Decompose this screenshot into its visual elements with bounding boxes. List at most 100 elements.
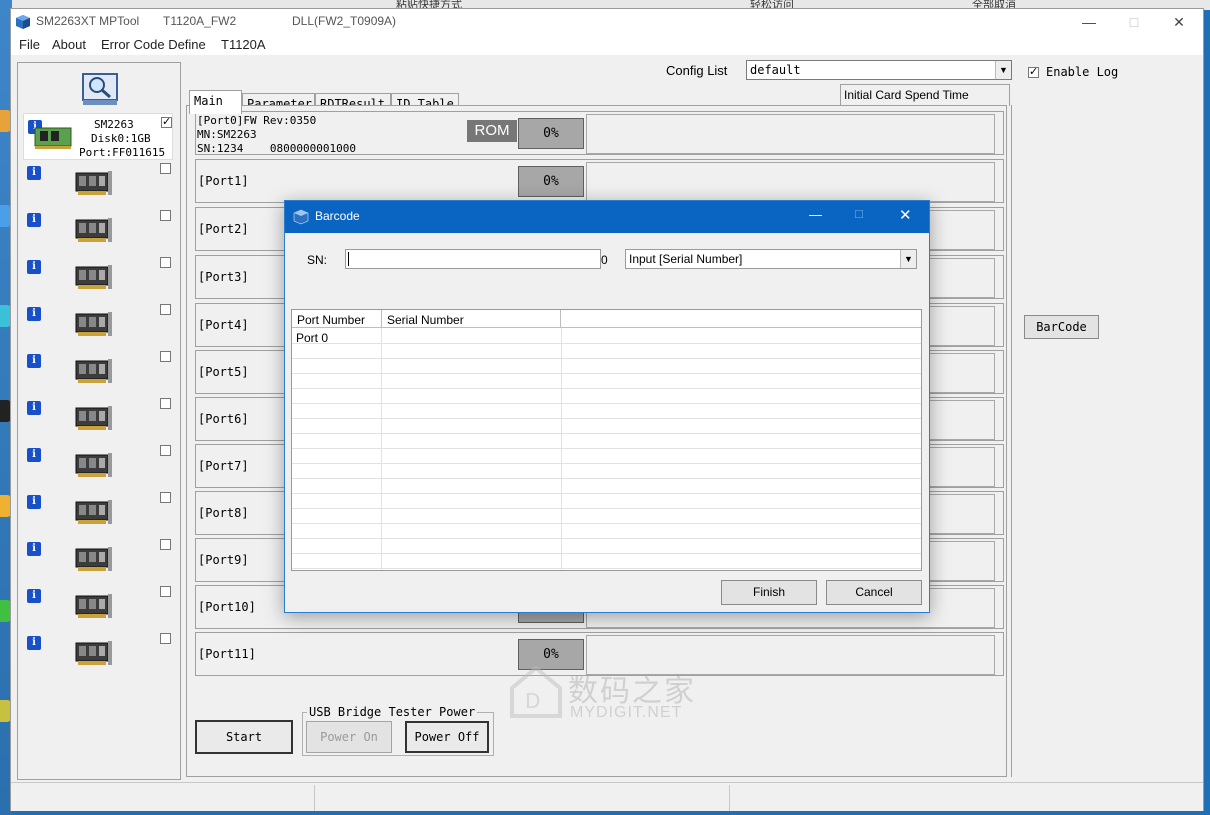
maximize-button[interactable]: □ — [1112, 11, 1156, 33]
table-row[interactable] — [292, 524, 921, 539]
info-icon[interactable]: i — [27, 495, 41, 509]
table-row[interactable] — [292, 554, 921, 569]
dialog-close-button[interactable]: ✕ — [899, 206, 912, 224]
port-label: [Port10] — [198, 600, 256, 614]
port-label: [Port8] — [198, 506, 249, 520]
config-list-select[interactable]: default ▼ — [746, 60, 1012, 80]
port-row-1: [Port1] 0% — [195, 159, 1004, 203]
table-row[interactable] — [292, 359, 921, 374]
port0-info: [Port0]FW Rev:0350 MN:SM2263 SN:1234 080… — [197, 114, 356, 156]
port-checkbox[interactable] — [160, 586, 171, 597]
port-slot-0[interactable]: i SM2263 Disk0:1GB Port:FF011615 — [23, 113, 173, 160]
sn-input[interactable] — [345, 249, 601, 269]
table-row[interactable] — [292, 494, 921, 509]
port-checkbox[interactable] — [160, 539, 171, 550]
minimize-button[interactable]: — — [1067, 11, 1111, 33]
app-cube-icon — [16, 15, 30, 29]
menu-error-code-define[interactable]: Error Code Define — [101, 37, 206, 52]
port-checkbox[interactable] — [160, 351, 171, 362]
info-icon[interactable]: i — [27, 448, 41, 462]
port-label: [Port9] — [198, 553, 249, 567]
port-slot-5[interactable]: i — [23, 348, 173, 395]
port-status-bar — [586, 162, 995, 202]
close-button[interactable]: ✕ — [1157, 11, 1201, 33]
port-checkbox[interactable] — [160, 304, 171, 315]
table-row[interactable] — [292, 479, 921, 494]
menu-t1120a[interactable]: T1120A — [221, 37, 266, 52]
info-icon[interactable]: i — [27, 260, 41, 274]
port-slot-1[interactable]: i — [23, 160, 173, 207]
table-row[interactable] — [292, 464, 921, 479]
port-checkbox[interactable] — [160, 398, 171, 409]
port-slot-3[interactable]: i — [23, 254, 173, 301]
chevron-down-icon[interactable]: ▼ — [900, 250, 916, 268]
port-slot-9[interactable]: i — [23, 536, 173, 583]
port-slot-2[interactable]: i — [23, 207, 173, 254]
pcie-card-icon — [75, 453, 112, 477]
table-row[interactable] — [292, 434, 921, 449]
input-mode-select[interactable]: Input [Serial Number] ▼ — [625, 249, 917, 269]
port-slot-11[interactable]: i — [23, 630, 173, 677]
dialog-maximize-button[interactable]: □ — [855, 206, 863, 221]
dll-label: DLL(FW2_T0909A) — [292, 14, 397, 28]
info-icon[interactable]: i — [27, 166, 41, 180]
port0-progress: 0% — [518, 118, 584, 149]
menu-bar: File About Error Code Define T1120A — [11, 35, 1203, 55]
cancel-button[interactable]: Cancel — [826, 580, 922, 605]
table-row[interactable] — [292, 449, 921, 464]
config-list-value: default — [750, 63, 801, 77]
table-row[interactable] — [292, 539, 921, 554]
info-icon[interactable]: i — [27, 401, 41, 415]
port-label: [Port11] — [198, 647, 256, 661]
port-slot-10[interactable]: i — [23, 583, 173, 630]
power-on-button[interactable]: Power On — [306, 721, 392, 753]
rom-badge: ROM — [467, 120, 517, 142]
power-off-button[interactable]: Power Off — [405, 721, 489, 753]
port-label: [Port1] — [198, 174, 249, 188]
column-serial-number[interactable]: Serial Number — [387, 313, 464, 327]
column-port-number[interactable]: Port Number — [297, 313, 365, 327]
info-icon[interactable]: i — [27, 589, 41, 603]
table-row[interactable] — [292, 419, 921, 434]
table-row[interactable] — [292, 509, 921, 524]
port0-port-id: Port:FF011615 — [79, 146, 166, 159]
menu-about[interactable]: About — [52, 37, 86, 52]
row-port-0[interactable]: Port 0 — [296, 331, 328, 345]
table-row[interactable] — [292, 329, 921, 344]
info-icon[interactable]: i — [27, 354, 41, 368]
finish-button[interactable]: Finish — [721, 580, 817, 605]
port-slot-8[interactable]: i — [23, 489, 173, 536]
chevron-down-icon[interactable]: ▼ — [995, 61, 1011, 79]
info-icon[interactable]: i — [27, 307, 41, 321]
input-mode-value: Input [Serial Number] — [629, 252, 743, 266]
table-row[interactable] — [292, 389, 921, 404]
dialog-minimize-button[interactable]: — — [809, 207, 822, 222]
port-checkbox[interactable] — [160, 445, 171, 456]
info-icon[interactable]: i — [27, 542, 41, 556]
barcode-button[interactable]: BarCode — [1024, 315, 1099, 339]
enable-log-checkbox[interactable] — [1028, 65, 1039, 78]
tab-main[interactable]: Main — [189, 90, 242, 114]
info-icon[interactable]: i — [27, 636, 41, 650]
table-header: Port Number Serial Number — [292, 310, 921, 328]
port-slot-6[interactable]: i — [23, 395, 173, 442]
dialog-title: Barcode — [315, 209, 360, 223]
port-slot-4[interactable]: i — [23, 301, 173, 348]
start-button[interactable]: Start — [195, 720, 293, 754]
info-icon[interactable]: i — [27, 213, 41, 227]
menu-file[interactable]: File — [19, 37, 40, 52]
port-checkbox[interactable] — [160, 257, 171, 268]
port-slot-7[interactable]: i — [23, 442, 173, 489]
port-checkbox[interactable] — [160, 633, 171, 644]
port-checkbox[interactable] — [160, 210, 171, 221]
port-checkbox[interactable] — [160, 492, 171, 503]
port0-checkbox[interactable] — [161, 115, 172, 128]
table-row[interactable] — [292, 374, 921, 389]
port-checkbox[interactable] — [160, 163, 171, 174]
watermark: D 数码之家 MYDIGIT.NET — [508, 664, 708, 724]
table-row[interactable] — [292, 404, 921, 419]
search-magnifier-icon[interactable] — [82, 73, 118, 107]
table-row[interactable] — [292, 344, 921, 359]
port0-model: SM2263 — [94, 118, 134, 131]
pcie-card-icon — [75, 359, 112, 383]
